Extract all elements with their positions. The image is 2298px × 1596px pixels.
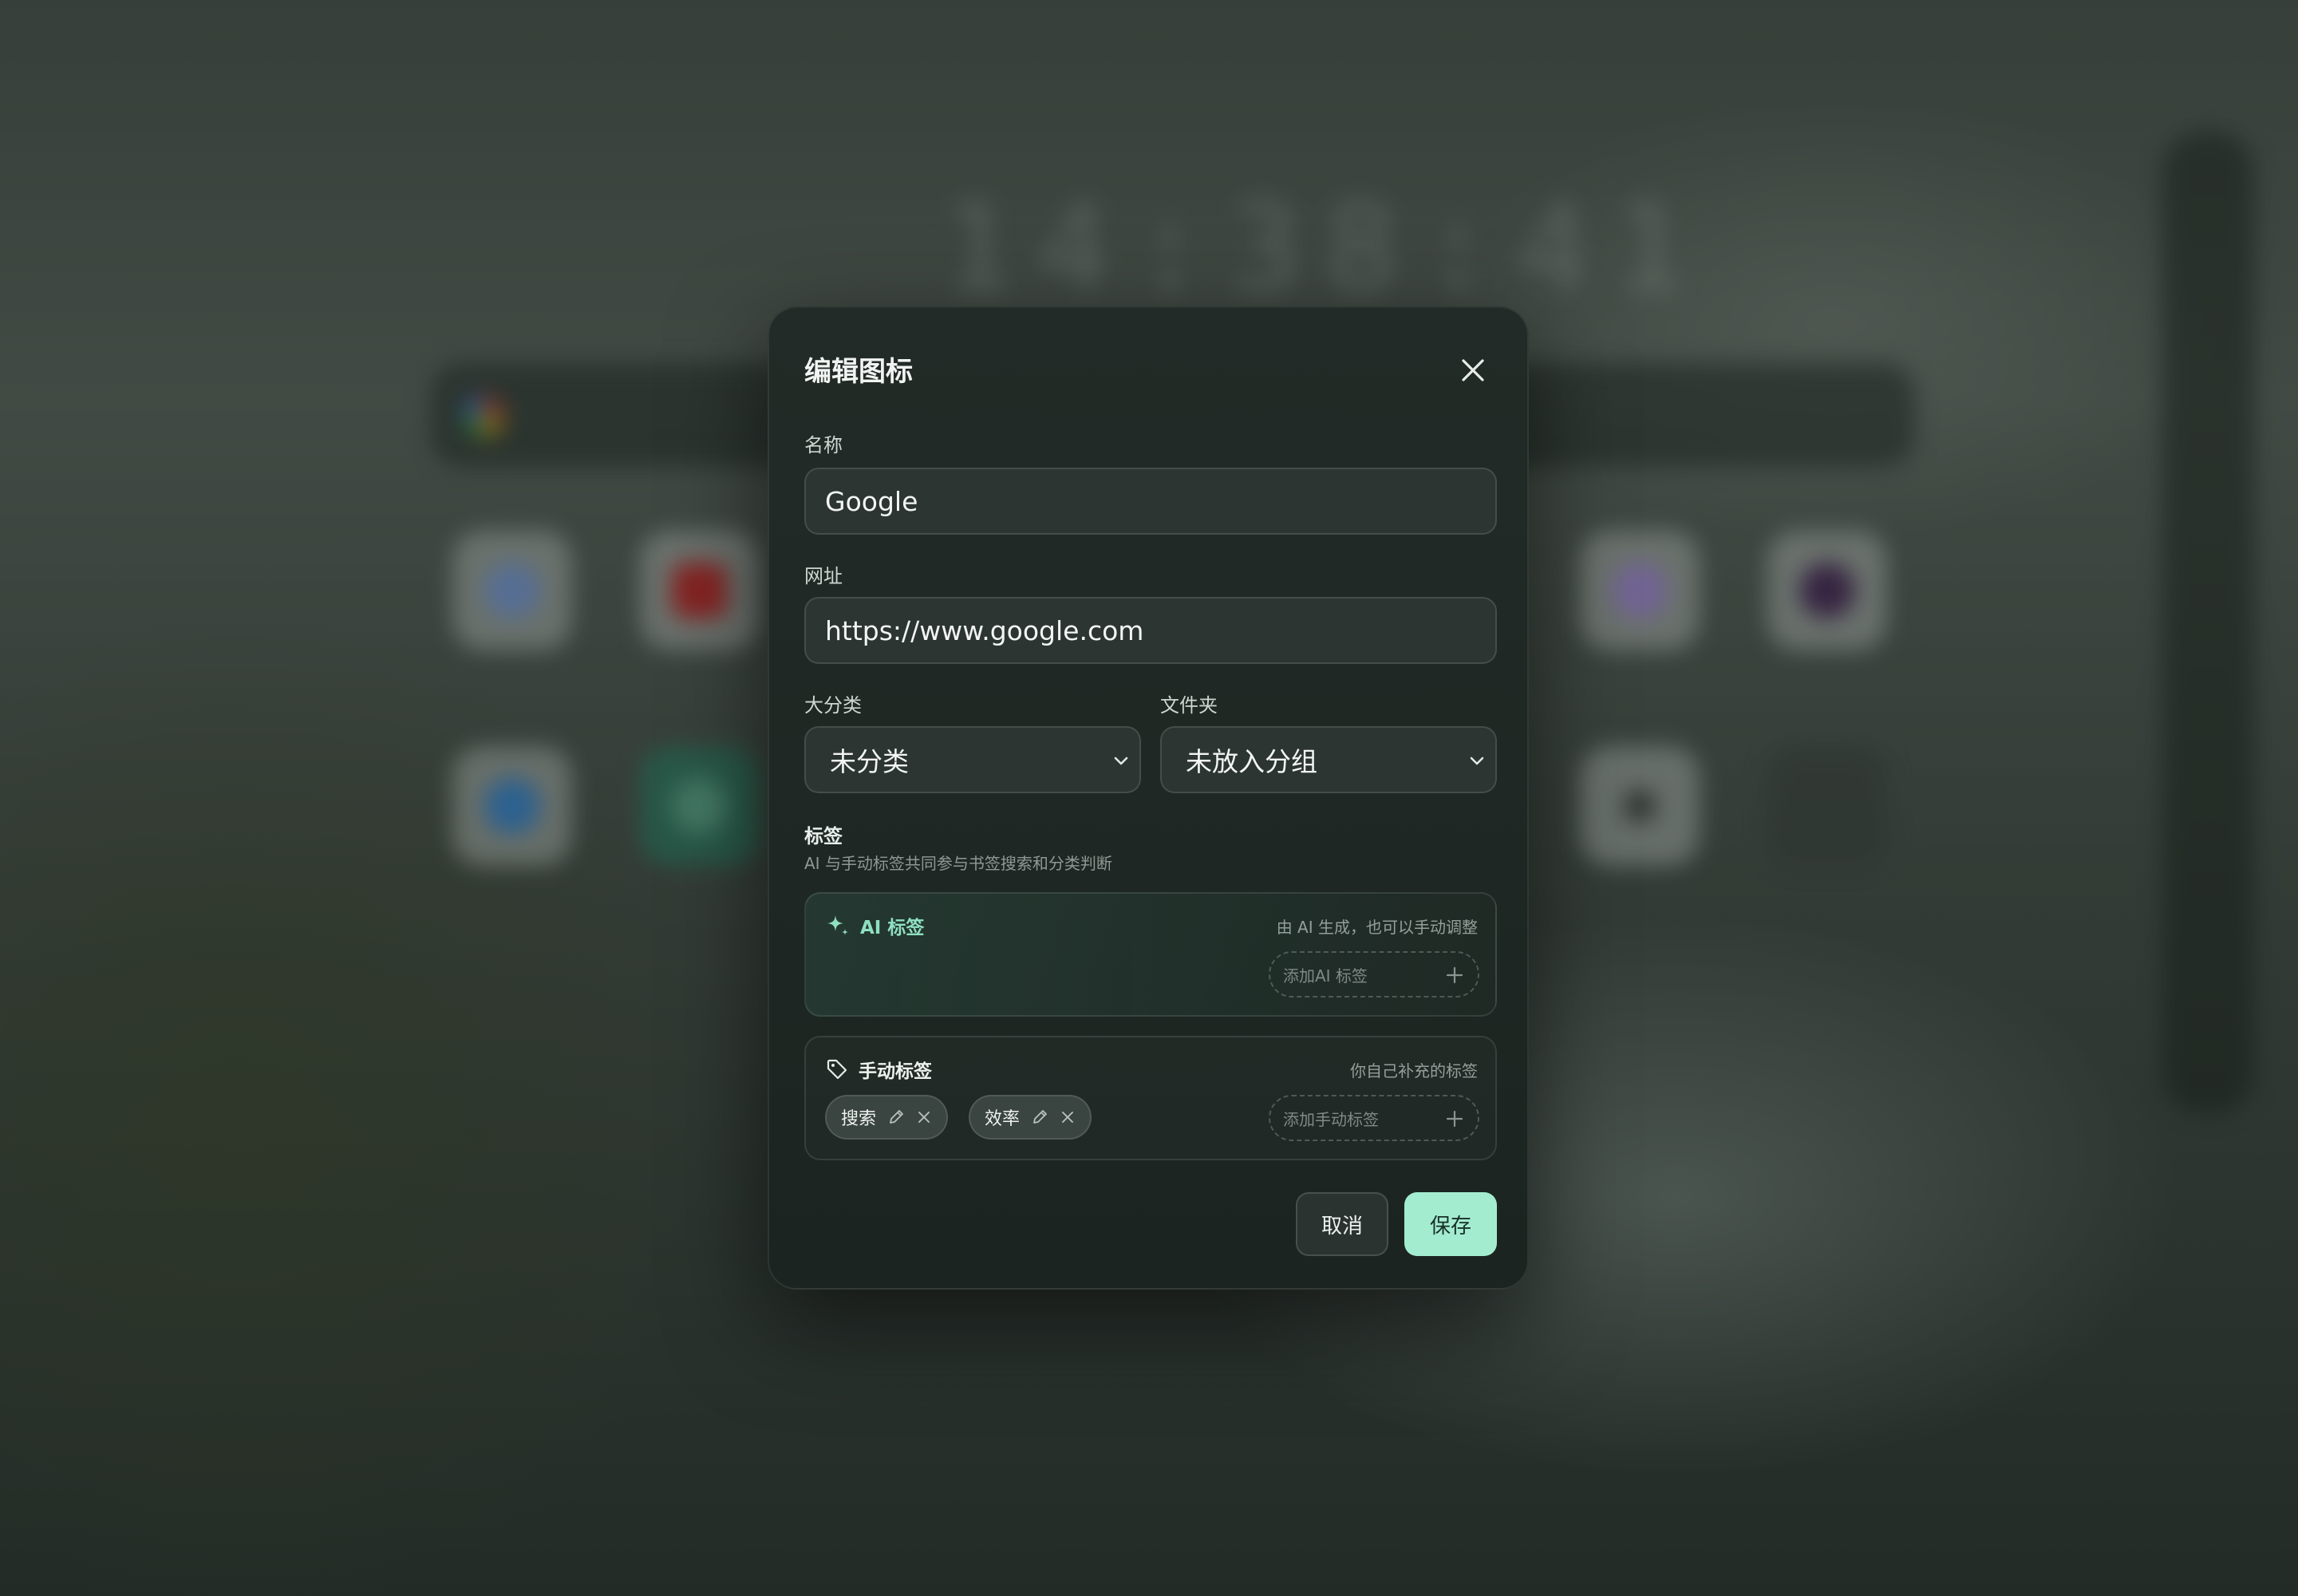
- edit-tag-button[interactable]: [887, 1108, 905, 1126]
- dialog-title: 编辑图标: [804, 356, 913, 388]
- close-button[interactable]: [1451, 348, 1495, 393]
- folder-select[interactable]: 未放入分组: [1160, 726, 1497, 793]
- url-label: 网址: [804, 565, 843, 587]
- tag-chip: 效率: [969, 1095, 1092, 1140]
- ai-tags-panel: AI 标签 由 AI 生成，也可以手动调整 添加AI 标签: [804, 892, 1497, 1017]
- pencil-icon: [1033, 1110, 1047, 1124]
- chevron-down-icon: [1114, 757, 1128, 765]
- sparkle-icon: [827, 915, 848, 935]
- ai-tags-header: AI 标签: [825, 910, 924, 942]
- manual-tags-hint: 你自己补充的标签: [1350, 1061, 1478, 1080]
- name-label: 名称: [804, 434, 843, 456]
- add-manual-tag-placeholder: 添加手动标签: [1283, 1109, 1379, 1129]
- ai-tags-hint: 由 AI 生成，也可以手动调整: [1276, 918, 1478, 937]
- close-icon: [918, 1112, 930, 1123]
- tag-chip: 搜索: [825, 1095, 949, 1140]
- tag-icon: [827, 1059, 847, 1080]
- plus-icon: [1446, 966, 1463, 984]
- manual-tags-panel: 手动标签 你自己补充的标签 搜索 效率 添加手动标签: [804, 1036, 1497, 1160]
- ai-tags-title: AI 标签: [860, 918, 925, 938]
- new-tab-page: 14:38:41 编辑图标 名称 网址 大分类 未分类: [0, 0, 2298, 1596]
- add-manual-tag-input[interactable]: 添加手动标签: [1269, 1095, 1479, 1141]
- manual-tags-title: 手动标签: [859, 1061, 932, 1082]
- category-label: 大分类: [804, 694, 862, 717]
- tags-section-subtitle: AI 与手动标签共同参与书签搜索和分类判断: [804, 854, 1112, 873]
- chevron-down-icon: [1470, 757, 1484, 765]
- folder-label: 文件夹: [1160, 694, 1218, 717]
- tag-chip-label: 搜索: [841, 1109, 877, 1129]
- edit-tag-button[interactable]: [1031, 1108, 1048, 1126]
- tag-chip-label: 效率: [985, 1109, 1021, 1129]
- close-icon: [1462, 359, 1484, 381]
- remove-tag-button[interactable]: [916, 1109, 932, 1125]
- cancel-button[interactable]: 取消: [1296, 1192, 1388, 1256]
- save-button[interactable]: 保存: [1404, 1192, 1497, 1256]
- name-input[interactable]: [804, 468, 1497, 535]
- category-selected-value: 未分类: [830, 746, 909, 777]
- url-input[interactable]: [804, 597, 1497, 664]
- tags-section-title: 标签: [804, 825, 843, 847]
- add-ai-tag-input[interactable]: 添加AI 标签: [1269, 951, 1479, 998]
- edit-icon-dialog: 编辑图标 名称 网址 大分类 未分类 文件夹 未放入分组 标签: [768, 306, 1529, 1290]
- category-select[interactable]: 未分类: [804, 726, 1141, 793]
- pencil-icon: [890, 1110, 903, 1124]
- close-icon: [1062, 1112, 1073, 1123]
- plus-icon: [1446, 1110, 1463, 1128]
- folder-selected-value: 未放入分组: [1186, 746, 1317, 777]
- remove-tag-button[interactable]: [1060, 1109, 1076, 1125]
- manual-tags-header: 手动标签: [825, 1053, 932, 1085]
- add-ai-tag-placeholder: 添加AI 标签: [1283, 966, 1368, 986]
